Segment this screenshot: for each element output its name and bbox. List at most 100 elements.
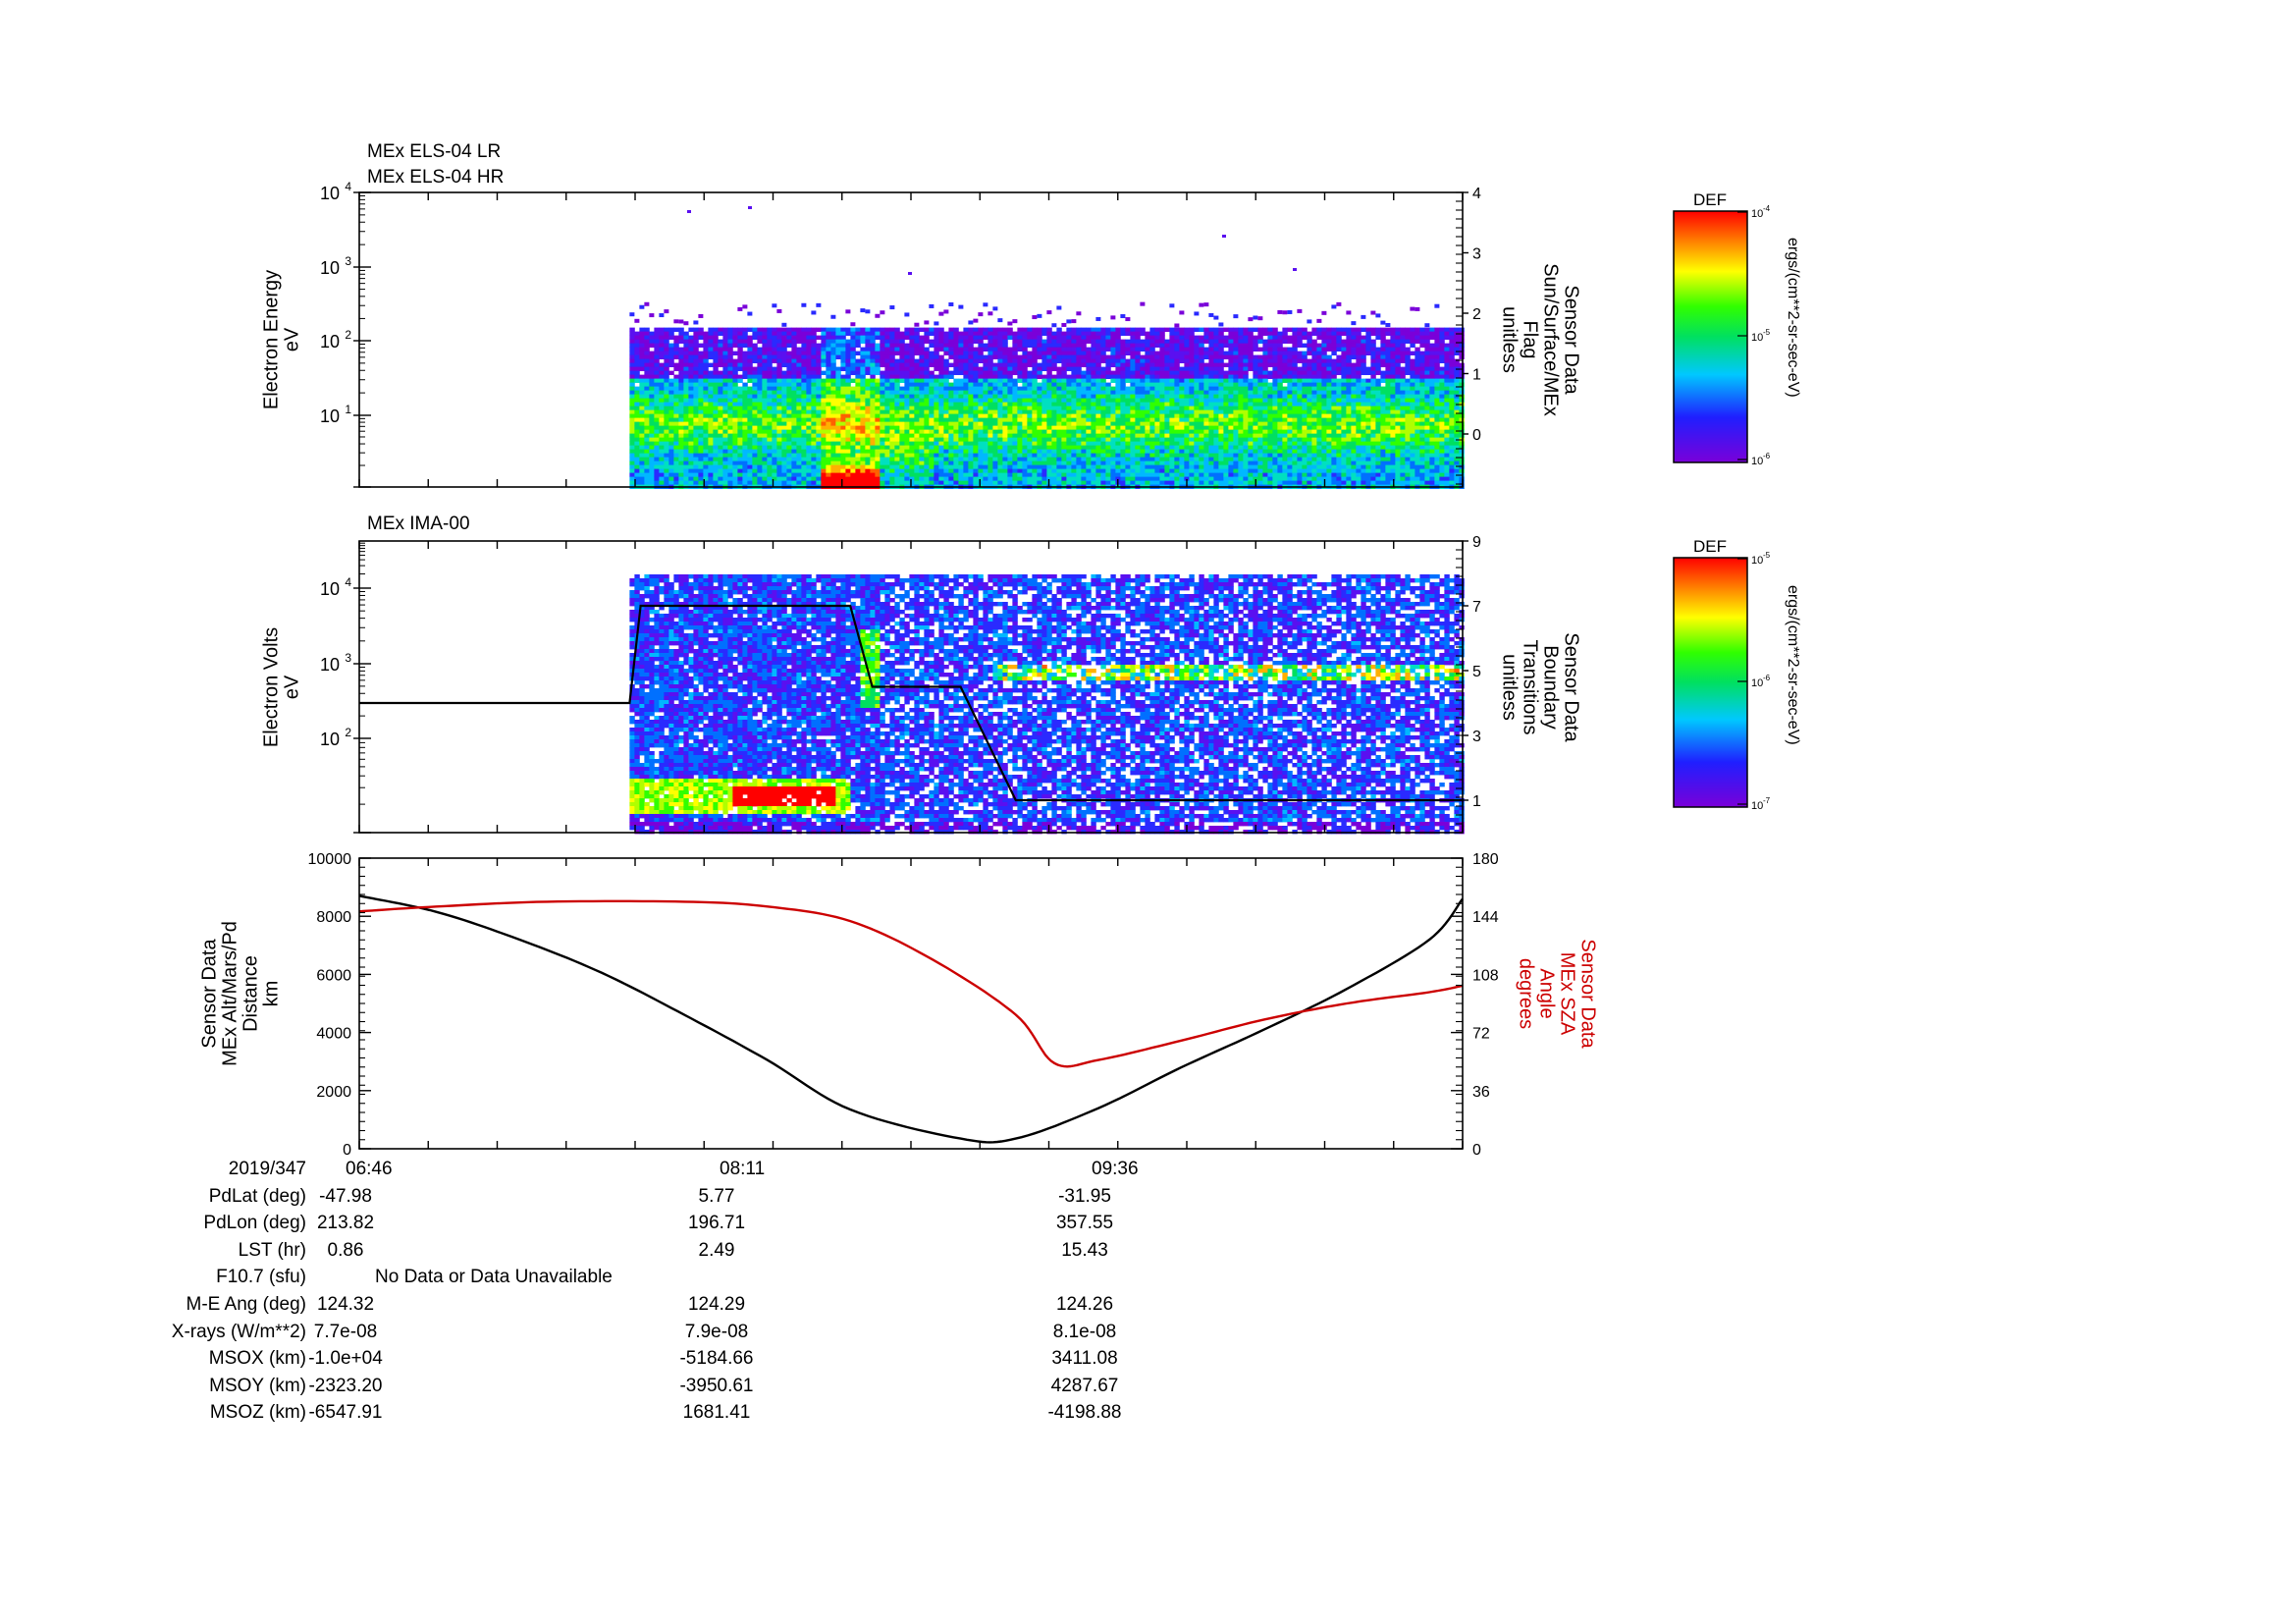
els-cell: [973, 403, 978, 406]
els-cell: [791, 403, 796, 406]
els-cell: [1076, 461, 1081, 465]
els-cell: [983, 355, 988, 359]
els-cell: [1061, 430, 1066, 434]
els-cell: [894, 371, 899, 375]
els-cell: [1218, 375, 1223, 379]
els-cell: [1091, 383, 1095, 387]
els-cell: [786, 473, 791, 477]
els-cell: [1184, 469, 1189, 473]
els-cell: [634, 319, 639, 323]
els-cell: [713, 387, 718, 391]
els-cell: [914, 359, 919, 363]
els-cell: [1022, 465, 1027, 469]
els-cell: [973, 446, 978, 450]
els-cell: [673, 438, 678, 442]
els-cell: [909, 332, 914, 336]
els-cell: [811, 446, 816, 450]
els-cell: [880, 359, 884, 363]
els-cell: [1125, 410, 1130, 414]
els-cell: [644, 399, 649, 403]
els-cell: [1105, 426, 1110, 430]
els-cell: [840, 379, 845, 383]
els-cell: [786, 410, 791, 414]
els-cell: [649, 379, 654, 383]
els-cell: [963, 340, 968, 344]
els-cell: [870, 469, 875, 473]
els-cell: [1076, 352, 1081, 355]
els-cell: [1012, 367, 1017, 371]
els-cell: [634, 340, 639, 344]
els-cell: [629, 395, 634, 399]
els-cell: [973, 383, 978, 387]
els-cell: [1203, 340, 1208, 344]
els-cell: [894, 379, 899, 383]
els-cell: [1223, 355, 1228, 359]
els-cell: [1105, 367, 1110, 371]
els-cell: [1086, 379, 1091, 383]
els-cell: [1149, 403, 1154, 406]
els-cell: [678, 458, 683, 461]
els-cell: [1203, 336, 1208, 340]
els-cell: [1184, 375, 1189, 379]
els-cell: [1081, 344, 1086, 348]
els-cell: [673, 336, 678, 340]
els-cell: [1164, 352, 1169, 355]
els-cell: [943, 352, 948, 355]
els-cell: [693, 403, 698, 406]
els-cell: [943, 406, 948, 410]
els-cell: [929, 332, 934, 336]
els-cell: [889, 344, 894, 348]
els-cell: [899, 434, 904, 438]
els-cell: [1164, 461, 1169, 465]
els-cell: [1017, 461, 1022, 465]
els-cell: [1213, 363, 1218, 367]
els-cell: [703, 367, 708, 371]
els-cell: [757, 332, 762, 336]
els-cell: [1037, 352, 1041, 355]
els-cell: [1081, 391, 1086, 395]
els-cell: [1203, 414, 1208, 418]
els-cell: [1061, 399, 1066, 403]
els-cell: [924, 399, 929, 403]
els-cell: [1017, 367, 1022, 371]
els-cell: [683, 391, 688, 395]
els-cell: [1149, 367, 1154, 371]
els-cell: [894, 430, 899, 434]
els-cell: [816, 367, 821, 371]
els-cell: [1194, 352, 1199, 355]
els-cell: [732, 352, 737, 355]
els-cell: [1110, 406, 1115, 410]
els-cell: [1223, 403, 1228, 406]
els-cell: [668, 348, 673, 352]
els-cell: [673, 344, 678, 348]
els-cell: [1007, 348, 1012, 352]
els-cell: [668, 446, 673, 450]
els-cell: [835, 387, 840, 391]
els-cell: [1179, 399, 1184, 403]
els-cell: [948, 414, 953, 418]
els-cell: [963, 332, 968, 336]
els-cell: [747, 450, 752, 454]
els-cell: [1130, 410, 1135, 414]
els-cell: [1100, 383, 1105, 387]
els-cell: [1218, 348, 1223, 352]
els-cell: [919, 391, 924, 395]
els-cell: [894, 348, 899, 352]
els-cell: [1208, 410, 1213, 414]
els-cell: [811, 458, 816, 461]
els-cell: [1027, 355, 1032, 359]
els-cell: [1223, 336, 1228, 340]
els-cell: [963, 414, 968, 418]
els-cell: [1223, 458, 1228, 461]
els-cell: [1135, 379, 1140, 383]
els-cell: [1105, 438, 1110, 442]
els-cell: [904, 312, 909, 316]
els-cell: [668, 418, 673, 422]
els-cell: [629, 340, 634, 344]
els-cell: [708, 410, 713, 414]
els-cell: [835, 450, 840, 454]
els-cell: [1145, 383, 1149, 387]
els-cell: [1149, 414, 1154, 418]
els-cell: [796, 348, 801, 352]
els-cell: [958, 336, 963, 340]
